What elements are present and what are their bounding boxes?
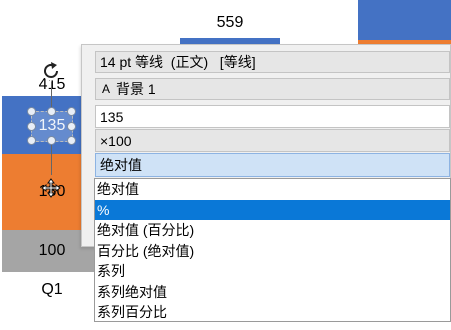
label-mode-dropdown: 绝对值 % 绝对值 (百分比) 百分比 (绝对值) 系列 系列绝对值 系列百分比	[94, 178, 451, 322]
background-color-field[interactable]: A 背景 1	[95, 78, 450, 100]
label-value-text: 135	[100, 108, 124, 125]
data-label-gray[interactable]: 100	[22, 242, 82, 260]
multiplier-text: ×100	[100, 132, 132, 149]
background-color-label: 背景 1	[116, 81, 156, 97]
resize-handle-se[interactable]	[67, 136, 76, 145]
font-setting-text: 14 pt 等线 (正文) [等线]	[100, 54, 256, 70]
rotate-connector	[51, 82, 52, 107]
data-label-top[interactable]: 559	[200, 14, 260, 32]
dropdown-option-absolute[interactable]: 绝对值	[95, 179, 450, 200]
dropdown-option-percent-absolute[interactable]: 百分比 (绝对值)	[95, 241, 450, 262]
resize-handle-nw[interactable]	[27, 107, 36, 116]
category-label-q1: Q1	[41, 281, 63, 298]
dropdown-option-series[interactable]: 系列	[95, 261, 450, 282]
resize-handle-ne[interactable]	[67, 107, 76, 116]
dropdown-option-series-percent[interactable]: 系列百分比	[95, 302, 450, 323]
leader-line	[51, 145, 52, 175]
resize-handle-w[interactable]	[27, 122, 36, 131]
rotate-icon[interactable]	[40, 60, 62, 82]
move-cursor-icon	[41, 178, 61, 198]
bar-segment-blue-right[interactable]	[358, 0, 451, 40]
font-setting-field[interactable]: 14 pt 等线 (正文) [等线]	[95, 51, 450, 73]
resize-handle-s[interactable]	[47, 136, 56, 145]
label-mode-value: 绝对值	[100, 157, 142, 173]
dropdown-option-absolute-percent[interactable]: 绝对值 (百分比)	[95, 220, 450, 241]
dropdown-option-percent[interactable]: %	[95, 199, 450, 220]
label-value-input[interactable]: 135	[95, 105, 450, 128]
resize-handle-sw[interactable]	[27, 136, 36, 145]
resize-handle-n[interactable]	[47, 107, 56, 116]
resize-handle-e[interactable]	[67, 122, 76, 131]
background-letter-icon: A	[102, 82, 111, 96]
dropdown-option-series-absolute[interactable]: 系列绝对值	[95, 282, 450, 303]
multiplier-field[interactable]: ×100	[95, 129, 450, 152]
label-mode-select[interactable]: 绝对值	[95, 153, 450, 177]
